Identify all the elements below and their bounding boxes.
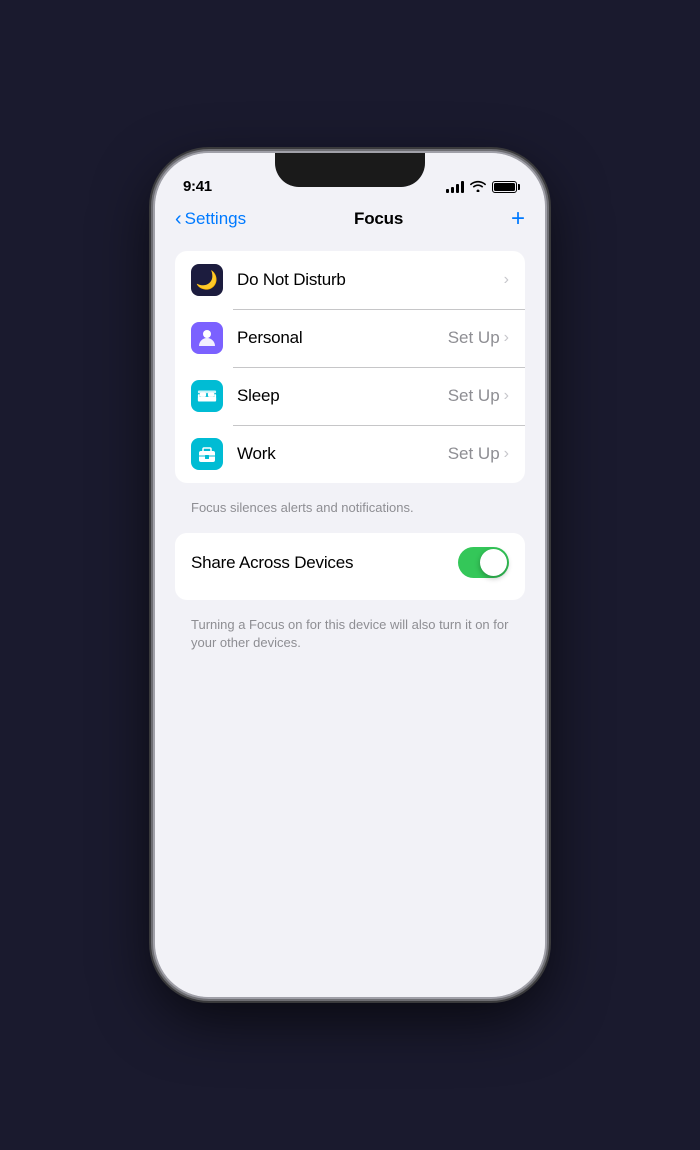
sleep-setup-label: Set Up — [448, 386, 500, 406]
personal-icon — [191, 322, 223, 354]
focus-helper-text: Focus silences alerts and notifications. — [175, 491, 525, 533]
sleep-action: Set Up › — [448, 386, 509, 406]
share-devices-label: Share Across Devices — [191, 553, 353, 573]
share-devices-card: Share Across Devices — [175, 533, 525, 600]
page-title: Focus — [354, 209, 403, 229]
do-not-disturb-icon: 🌙 — [191, 264, 223, 296]
status-time: 9:41 — [183, 178, 212, 195]
chevron-icon: › — [504, 387, 509, 405]
add-button[interactable]: + — [511, 207, 525, 231]
chevron-icon: › — [504, 271, 509, 289]
personal-label: Personal — [237, 328, 448, 348]
personal-action: Set Up › — [448, 328, 509, 348]
status-icons — [446, 179, 517, 195]
signal-icon — [446, 181, 464, 193]
sleep-icon — [191, 380, 223, 412]
wifi-icon — [470, 179, 486, 195]
work-setup-label: Set Up — [448, 444, 500, 464]
list-item-work[interactable]: Work Set Up › — [175, 425, 525, 483]
list-item-personal[interactable]: Personal Set Up › — [175, 309, 525, 367]
focus-list-card: 🌙 Do Not Disturb › Personal — [175, 251, 525, 483]
sleep-label: Sleep — [237, 386, 448, 406]
battery-icon — [492, 181, 517, 193]
list-item-sleep[interactable]: Sleep Set Up › — [175, 367, 525, 425]
notch — [275, 153, 425, 187]
work-action: Set Up › — [448, 444, 509, 464]
back-button[interactable]: ‹ Settings — [175, 209, 246, 229]
chevron-icon: › — [504, 445, 509, 463]
content-area: 🌙 Do Not Disturb › Personal — [155, 243, 545, 669]
nav-bar: ‹ Settings Focus + — [155, 203, 545, 243]
share-devices-toggle[interactable] — [458, 547, 509, 578]
chevron-icon: › — [504, 329, 509, 347]
screen: 9:41 — [155, 153, 545, 997]
share-helper-text: Turning a Focus on for this device will … — [175, 608, 525, 668]
back-label: Settings — [185, 209, 246, 229]
do-not-disturb-action: › — [504, 271, 509, 289]
phone-frame: 9:41 — [155, 153, 545, 997]
personal-setup-label: Set Up — [448, 328, 500, 348]
do-not-disturb-label: Do Not Disturb — [237, 270, 504, 290]
work-label: Work — [237, 444, 448, 464]
share-devices-row: Share Across Devices — [175, 533, 525, 592]
list-item-do-not-disturb[interactable]: 🌙 Do Not Disturb › — [175, 251, 525, 309]
back-chevron-icon: ‹ — [175, 209, 182, 229]
toggle-knob — [480, 549, 507, 576]
work-icon — [191, 438, 223, 470]
